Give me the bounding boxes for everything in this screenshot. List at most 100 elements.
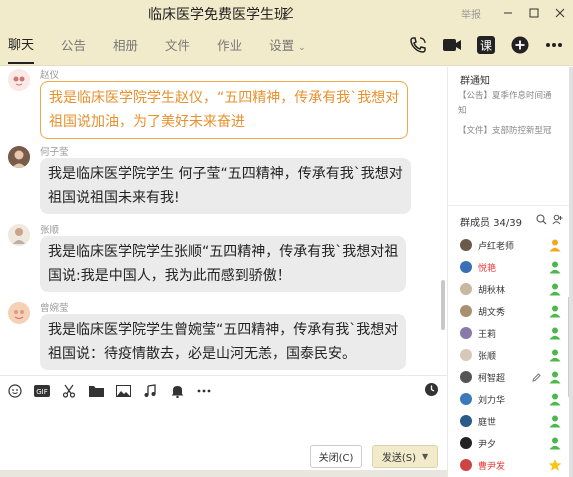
member-row[interactable]: 卢红老师: [448, 235, 573, 257]
member-row[interactable]: 悦艳: [448, 257, 573, 279]
tab-settings[interactable]: 设置 ⌄: [269, 26, 306, 66]
message-line: 国说:我是中国人，我为此而感到骄傲！: [48, 268, 291, 284]
message-bubble[interactable]: 我是临床医学院学生 何子莹“五四精神，传承有我`我想对 祖国说祖国未来有我!: [40, 158, 411, 214]
notice-line[interactable]: 【文件】支部防控新型冠: [458, 124, 552, 136]
member-row[interactable]: 胡文秀: [448, 301, 573, 323]
tab-announcements[interactable]: 公告: [61, 26, 86, 66]
send-button-label: 发送(S): [381, 453, 416, 464]
scissors-icon[interactable]: [60, 382, 78, 400]
admin-icon: [549, 415, 561, 428]
member-name: 悦艳: [478, 264, 497, 274]
member-name: 胡文秀: [478, 308, 506, 318]
member-row[interactable]: 刘力华: [448, 389, 573, 411]
invite-member-icon[interactable]: [552, 214, 563, 225]
member-name: 尹夕: [478, 440, 497, 450]
admin-icon: [549, 305, 561, 318]
window-edge: [569, 67, 573, 477]
avatar[interactable]: [8, 69, 30, 91]
title-bar: 临床医学免费医学生班 举报: [0, 0, 573, 26]
search-member-icon[interactable]: [536, 214, 547, 225]
avatar: [460, 459, 472, 471]
sender-name: 赵仪: [40, 70, 60, 81]
avatar: [460, 349, 472, 361]
tab-files[interactable]: 文件: [165, 26, 190, 66]
admin-icon: [549, 261, 561, 274]
member-name: 刘力华: [478, 396, 506, 406]
avatar: [460, 283, 472, 295]
message-input-area[interactable]: GIF 关闭(C) 发送(S) ▼: [0, 375, 447, 477]
right-panel: 群通知 【公告】夏季作息时间通 知 【文件】支部防控新型冠 群成员 34/39 …: [447, 67, 573, 477]
member-name: 曹尹发: [478, 462, 506, 472]
avatar: [460, 371, 472, 383]
avatar: [460, 327, 472, 339]
member-row[interactable]: 张顺: [448, 345, 573, 367]
phone-icon[interactable]: [407, 34, 429, 56]
member-name: 张顺: [478, 352, 497, 362]
close-window-button[interactable]: [547, 0, 573, 26]
admin-icon: [549, 283, 561, 296]
message-list[interactable]: 赵仪 我是临床医学院学生赵仪，“五四精神，传承有我`我想对 祖国说加油，为了美好…: [0, 67, 447, 375]
history-clock-icon[interactable]: [424, 382, 439, 401]
avatar[interactable]: [8, 302, 30, 324]
group-chat-window: 临床医学免费医学生班 举报 聊天 公告 相册 文件 作业 设置 ⌄ 课 赵仪 我…: [0, 0, 573, 477]
background-strip: [0, 470, 447, 477]
message-scrollbar[interactable]: [441, 280, 445, 330]
more-icon[interactable]: [543, 34, 565, 56]
image-icon[interactable]: [114, 382, 132, 400]
add-icon[interactable]: [509, 34, 531, 56]
send-button[interactable]: 发送(S) ▼: [372, 445, 438, 468]
more-dots-icon[interactable]: [195, 382, 213, 400]
member-row[interactable]: 尹夕: [448, 433, 573, 455]
notice-line[interactable]: 知: [458, 104, 467, 116]
edit-title-icon[interactable]: [281, 5, 295, 19]
avatar[interactable]: [8, 146, 30, 168]
sender-name: 张顺: [40, 225, 60, 236]
tab-chat[interactable]: 聊天: [8, 26, 35, 64]
message-line: 我是临床医学院学生 何子莹“五四精神，传承有我`我想对: [48, 166, 403, 182]
member-row[interactable]: 柯智超: [448, 367, 573, 389]
message-line: 祖国说祖国未来有我!: [48, 190, 180, 206]
music-icon[interactable]: [141, 382, 159, 400]
avatar: [460, 415, 472, 427]
folder-icon[interactable]: [87, 382, 105, 400]
message-line: 我是临床医学院学生曾婉莹“五四精神，传承有我`我想对: [48, 322, 399, 338]
svg-text:GIF: GIF: [36, 388, 48, 396]
members-title: 群成员 34/39: [460, 218, 522, 229]
message-bubble[interactable]: 我是临床医学院学生赵仪，“五四精神，传承有我`我想对 祖国说加油，为了美好未来奋…: [40, 81, 409, 139]
member-row[interactable]: 曹尹发: [448, 455, 573, 477]
bell-icon[interactable]: [168, 382, 186, 400]
member-row[interactable]: 胡秋林: [448, 279, 573, 301]
message-line: 我是临床医学院学生赵仪，“五四精神，传承有我`我想对: [49, 90, 400, 106]
member-name: 卢红老师: [478, 242, 515, 252]
member-name: 王莉: [478, 330, 497, 340]
class-label: 课: [480, 39, 492, 53]
avatar: [460, 437, 472, 449]
owner-icon: [549, 239, 561, 252]
maximize-button[interactable]: [521, 0, 547, 26]
member-row[interactable]: 王莉: [448, 323, 573, 345]
close-button[interactable]: 关闭(C): [310, 445, 362, 468]
tab-album[interactable]: 相册: [113, 26, 138, 66]
notice-line[interactable]: 【公告】夏季作息时间通: [458, 89, 552, 101]
edit-icon[interactable]: [531, 372, 542, 383]
maximize-icon: [529, 8, 539, 18]
tab-settings-label: 设置: [269, 38, 295, 53]
admin-icon: [549, 327, 561, 340]
report-link[interactable]: 举报: [461, 6, 481, 21]
admin-icon: [549, 349, 561, 362]
gif-icon[interactable]: GIF: [33, 382, 51, 400]
emoji-icon[interactable]: [6, 382, 24, 400]
tab-bar: 聊天 公告 相册 文件 作业 设置 ⌄ 课: [0, 26, 573, 66]
admin-icon: [549, 437, 561, 450]
close-icon: [555, 8, 565, 18]
member-row[interactable]: 庭世: [448, 411, 573, 433]
minimize-button[interactable]: [495, 0, 521, 26]
chevron-down-icon[interactable]: ▼: [422, 452, 428, 461]
message-bubble[interactable]: 我是临床医学院学生张顺“五四精神，传承有我`我想对祖 国说:我是中国人，我为此而…: [40, 236, 407, 292]
tab-homework[interactable]: 作业: [217, 26, 242, 66]
class-icon[interactable]: 课: [475, 34, 497, 56]
video-icon[interactable]: [441, 34, 463, 56]
message-line: 祖国说加油，为了美好未来奋进: [49, 114, 245, 130]
message-bubble[interactable]: 我是临床医学院学生曾婉莹“五四精神，传承有我`我想对 祖国说：待疫情散去，必是山…: [40, 314, 407, 370]
avatar[interactable]: [8, 224, 30, 246]
